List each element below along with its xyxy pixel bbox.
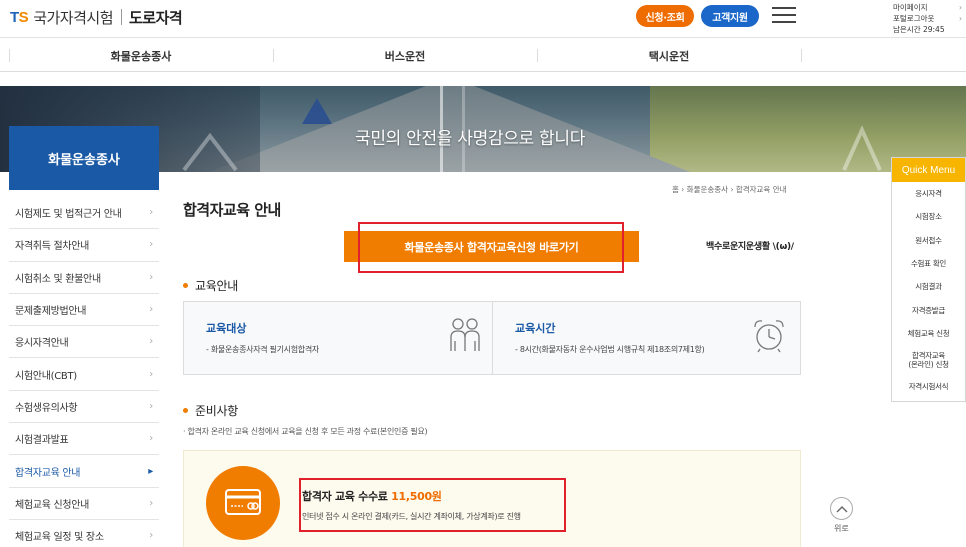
quick-menu: Quick Menu 응시자격 시험장소 원서접수 수험표 확인 시험결과 자격증발급 체험… bbox=[891, 157, 966, 402]
logout-link[interactable]: 포털로그아웃 › bbox=[893, 13, 966, 24]
chevron-up-icon bbox=[836, 505, 847, 512]
site-header: TS 국가자격시험 도로자격 신청·조회 고객지원 마이페이지 › 포털로그아웃 ›… bbox=[0, 0, 966, 38]
ts-logo-mark: TS bbox=[10, 8, 29, 26]
sidebar-item-label: 체험교육 신청안내 bbox=[15, 499, 90, 511]
sidebar-item[interactable]: 체험교육 신청안내 › bbox=[9, 488, 159, 520]
main-nav: 화물운송종사 버스운전 택시운전 bbox=[0, 39, 966, 72]
quick-menu-item[interactable]: 원서접수 bbox=[892, 229, 965, 252]
chevron-right-icon: › bbox=[149, 433, 153, 445]
chevron-right-icon: › bbox=[149, 530, 153, 542]
sidebar-item[interactable]: 체험교육 일정 및 장소 › bbox=[9, 520, 159, 547]
sidebar-item[interactable]: 자격취득 절차안내 › bbox=[9, 229, 159, 262]
education-time-title: 교육시간 bbox=[515, 322, 556, 335]
chevron-right-icon: › bbox=[149, 400, 153, 412]
chevron-right-icon: › bbox=[149, 336, 153, 348]
quick-menu-title: Quick Menu bbox=[892, 158, 965, 182]
sidebar-item[interactable]: 시험결과발표 › bbox=[9, 423, 159, 456]
quick-menu-item[interactable]: 자격증발급 bbox=[892, 298, 965, 321]
breadcrumb: 홈 › 화물운송종사 › 합격자교육 안내 bbox=[672, 185, 787, 194]
preparation-note: · 합격자 온라인 교육 신청에서 교육을 신청 후 모든 과정 수료(본인인증… bbox=[183, 427, 428, 436]
banner-triangle-icon bbox=[302, 98, 332, 124]
quick-menu-list: 응시자격 시험장소 원서접수 수험표 확인 시험결과 자격증발급 체험교육 신청 합격자교육 … bbox=[892, 182, 965, 398]
chevron-right-icon: › bbox=[959, 3, 962, 12]
sidebar-item-label: 합격자교육 안내 bbox=[15, 467, 81, 479]
site-logo[interactable]: TS 국가자격시험 도로자격 bbox=[10, 7, 183, 27]
scroll-top-label: 위로 bbox=[834, 524, 849, 533]
banner-slogan: 국민의 안전을 사명감으로 합니다 bbox=[355, 129, 586, 149]
sidebar-item-label: 자격취득 절차안내 bbox=[15, 241, 90, 253]
quick-menu-item[interactable]: 수험표 확인 bbox=[892, 252, 965, 275]
chevron-right-icon: › bbox=[149, 497, 153, 509]
banner-triangle-outline-icon bbox=[182, 132, 238, 172]
education-target-desc: - 화물운송종사자격 필기시험합격자 bbox=[206, 345, 319, 354]
user-box: 마이페이지 › 포털로그아웃 › 남은시간 29:45 bbox=[893, 2, 966, 35]
sidebar-item-label: 응시자격안내 bbox=[15, 338, 69, 350]
education-time-desc: - 8시간(화물자동차 운수사업법 시행규칙 제18조의7제1항) bbox=[515, 345, 705, 354]
quick-menu-item[interactable]: 자격시험서식 bbox=[892, 375, 965, 398]
sidebar-item-label: 체험교육 일정 및 장소 bbox=[15, 532, 104, 544]
quick-menu-item[interactable]: 응시자격 bbox=[892, 182, 965, 205]
people-icon bbox=[450, 318, 480, 351]
sidebar-item-label: 문제출제방법안내 bbox=[15, 306, 87, 318]
sidebar-item[interactable]: 시험안내(CBT) › bbox=[9, 358, 159, 391]
sidebar-item[interactable]: 합격자교육 안내 ▸ bbox=[9, 455, 159, 488]
quick-menu-item[interactable]: 시험결과 bbox=[892, 275, 965, 298]
bullet-dot bbox=[183, 408, 188, 413]
sidebar-item[interactable]: 시험제도 및 법적근거 안내 › bbox=[9, 197, 159, 230]
page-title: 합격자교육 안내 bbox=[183, 201, 281, 219]
quick-menu-item[interactable]: 체험교육 신청 bbox=[892, 322, 965, 345]
sidebar-item[interactable]: 응시자격안내 › bbox=[9, 326, 159, 359]
sidebar-menu: 시험제도 및 법적근거 안내 › 자격취득 절차안내 › 시험취소 및 환불안내 › 문제출… bbox=[9, 197, 159, 547]
chevron-right-icon: › bbox=[149, 271, 153, 283]
logo-name: 국가자격시험 bbox=[33, 8, 113, 27]
sidebar-item-label: 시험안내(CBT) bbox=[15, 370, 77, 382]
sidebar-item-label: 시험취소 및 환불안내 bbox=[15, 273, 101, 285]
quick-menu-item[interactable]: 시험장소 bbox=[892, 205, 965, 228]
scroll-top-button[interactable] bbox=[830, 497, 853, 520]
session-timer: 남은시간 29:45 bbox=[893, 25, 945, 34]
quick-menu-item[interactable]: 합격자교육 (온라인) 신청 bbox=[892, 345, 965, 375]
alarm-clock-icon bbox=[754, 320, 784, 353]
nav-divider bbox=[801, 49, 802, 62]
highlight-box bbox=[299, 478, 566, 532]
caret-right-icon: ▸ bbox=[148, 465, 153, 477]
menu-icon[interactable] bbox=[772, 7, 796, 23]
small-slogan: 백수로운지운생활 \(ω)/ bbox=[706, 242, 794, 252]
nav-item-cargo[interactable]: 화물운송종사 bbox=[9, 39, 273, 72]
logo-subtitle: 도로자격 bbox=[129, 8, 183, 27]
chevron-right-icon: › bbox=[149, 207, 153, 219]
education-info-box: 교육대상 - 화물운송종사자격 필기시험합격자 교육시간 - 8시간(화물자동차… bbox=[183, 301, 801, 375]
sidebar-item[interactable]: 문제출제방법안내 › bbox=[9, 294, 159, 327]
nav-item-bus[interactable]: 버스운전 bbox=[273, 39, 537, 72]
chevron-right-icon: › bbox=[959, 14, 962, 23]
sidebar-title: 화물운송종사 bbox=[9, 126, 159, 190]
sidebar-item-label: 수험생유의사항 bbox=[15, 402, 78, 414]
apply-lookup-button[interactable]: 신청·조회 bbox=[636, 5, 694, 27]
chevron-right-icon: › bbox=[149, 239, 153, 251]
section-title-preparation: 준비사항 bbox=[183, 402, 238, 419]
sidebar-item-label: 시험제도 및 법적근거 안내 bbox=[15, 209, 122, 221]
sidebar-item[interactable]: 시험취소 및 환불안내 › bbox=[9, 262, 159, 294]
highlight-box bbox=[358, 222, 624, 273]
banner-triangle-outline-icon bbox=[842, 125, 882, 171]
sidebar-item-label: 시험결과발표 bbox=[15, 435, 69, 447]
education-target-title: 교육대상 bbox=[206, 322, 247, 335]
credit-card-icon bbox=[225, 489, 261, 515]
chevron-right-icon: › bbox=[149, 304, 153, 316]
mypage-link[interactable]: 마이페이지 › bbox=[893, 2, 966, 13]
nav-item-taxi[interactable]: 택시운전 bbox=[537, 39, 801, 72]
section-title-education: 교육안내 bbox=[183, 277, 238, 294]
education-time: 교육시간 - 8시간(화물자동차 운수사업법 시행규칙 제18조의7제1항) bbox=[493, 302, 801, 374]
education-target: 교육대상 - 화물운송종사자격 필기시험합격자 bbox=[184, 302, 492, 374]
chevron-right-icon: › bbox=[149, 368, 153, 380]
customer-support-button[interactable]: 고객지원 bbox=[701, 5, 759, 27]
bullet-dot bbox=[183, 283, 188, 288]
logo-separator bbox=[121, 9, 122, 25]
sidebar-item[interactable]: 수험생유의사항 › bbox=[9, 391, 159, 424]
